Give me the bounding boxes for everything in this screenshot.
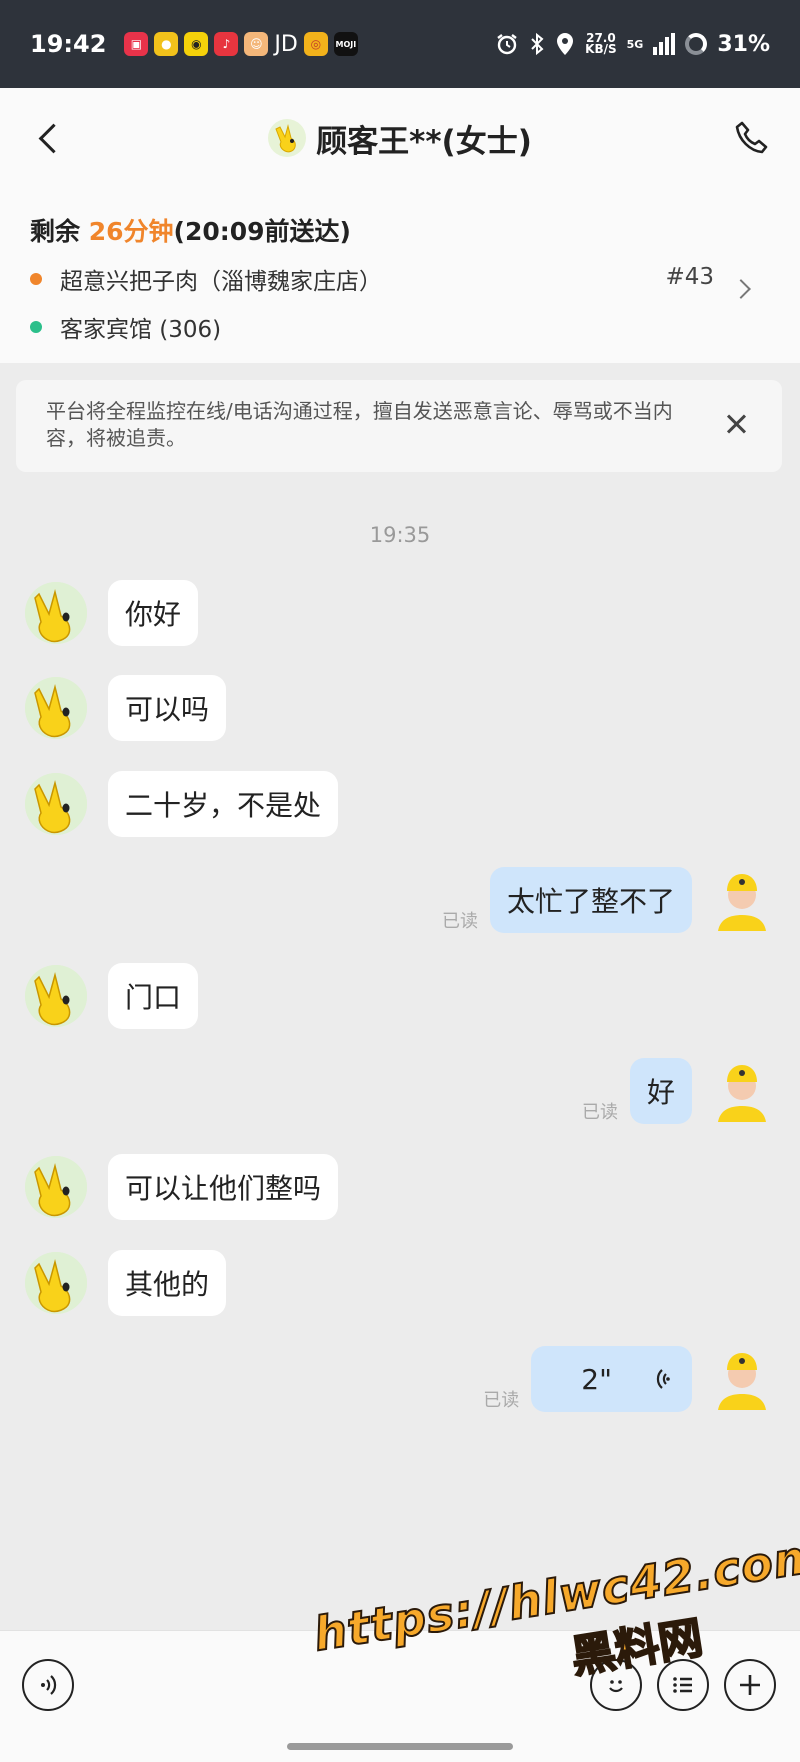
remain-deadline: (20:09前送达) [173, 217, 351, 246]
customer-avatar[interactable] [25, 582, 87, 644]
shop-name: 超意兴把子肉（淄博魏家庄店） [60, 269, 382, 295]
address-row: 客家宾馆 (306) [30, 310, 770, 344]
outgoing-bubble[interactable]: 2" [531, 1346, 692, 1412]
outgoing-bubble[interactable]: 太忙了整不了 [489, 867, 692, 933]
chat-timestamp: 19:35 [369, 523, 431, 547]
read-receipt: 已读 [441, 911, 478, 932]
bluetooth-icon [531, 32, 544, 56]
incoming-bubble[interactable]: 其他的 [108, 1250, 227, 1316]
moji-icon: MOJI [333, 32, 358, 56]
net-type: 5G [626, 37, 644, 51]
app-cat-icon: ☺ [244, 32, 269, 56]
customer-avatar [268, 119, 307, 157]
voice-wave-icon [41, 1675, 57, 1695]
voice-input-button[interactable] [22, 1659, 74, 1711]
delivery-remaining: 剩余 26分钟(20:09前送达) [30, 212, 770, 248]
shop-dot [30, 273, 42, 285]
close-icon[interactable] [724, 412, 748, 436]
hand-mascot-icon [25, 773, 87, 835]
customer-avatar[interactable] [25, 1156, 87, 1218]
message-text: 可以让他们整吗 [125, 1172, 322, 1205]
home-indicator[interactable] [287, 1743, 513, 1750]
app-yellow-icon: ● [154, 32, 179, 56]
status-bar: 19:42 ▣ ● ◉ ♪ ☺ JD ◎ MOJI 27.0 KB/S 5G 31… [0, 0, 800, 88]
message-text: 太忙了整不了 [506, 885, 675, 918]
customer-avatar[interactable] [25, 677, 87, 739]
incoming-bubble[interactable]: 门口 [108, 963, 199, 1029]
read-receipt: 已读 [483, 1390, 520, 1411]
hand-mascot-icon [25, 1156, 87, 1218]
delivery-address: 客家宾馆 (306) [60, 317, 222, 343]
jd-icon: JD [274, 31, 298, 57]
message-text: 可以吗 [125, 693, 210, 726]
signal-icon [653, 33, 676, 55]
net-speed-unit: KB/S [585, 42, 617, 56]
incoming-bubble[interactable]: 你好 [108, 580, 199, 646]
incoming-bubble[interactable]: 二十岁，不是处 [108, 771, 339, 837]
phone-icon [735, 121, 768, 154]
page-title: 顾客王**(女士) [316, 123, 532, 160]
order-info-panel[interactable]: 剩余 26分钟(20:09前送达) 超意兴把子肉（淄博魏家庄店） 客家宾馆 (3… [0, 188, 800, 363]
app-red-icon: ▣ [124, 32, 149, 56]
courier-avatar-icon [718, 1065, 766, 1122]
battery-level: 31% [717, 31, 770, 57]
alarm-icon [497, 34, 517, 55]
app-car-icon: ◉ [184, 32, 209, 56]
music-icon: ♪ [214, 32, 239, 56]
message-text: 你好 [125, 598, 182, 631]
platform-notice: 平台将全程监控在线/电话沟通过程，擅自发送恶意言论、辱骂或不当内容，将被追责。 [16, 380, 782, 472]
voice-wave-icon [656, 1369, 670, 1389]
net-speed: 27.0 KB/S [585, 32, 617, 56]
message-text: 好 [646, 1076, 675, 1109]
incoming-bubble[interactable]: 可以吗 [108, 675, 227, 741]
list-icon [673, 1677, 692, 1693]
status-indicators: 27.0 KB/S 5G 31% [495, 31, 770, 57]
status-time: 19:42 [30, 30, 107, 58]
status-app-icons: ▣ ● ◉ ♪ ☺ JD ◎ MOJI [124, 31, 358, 57]
message-text: 门口 [125, 981, 182, 1014]
shop-row: 超意兴把子肉（淄博魏家庄店） [30, 262, 770, 296]
courier-avatar-icon [718, 874, 766, 931]
back-button[interactable] [28, 114, 68, 162]
weibo-icon: ◎ [303, 32, 328, 56]
hand-mascot-icon [25, 677, 87, 739]
message-text: 二十岁，不是处 [125, 789, 322, 822]
outgoing-bubble[interactable]: 好 [629, 1058, 692, 1124]
hand-mascot-icon [25, 1252, 87, 1314]
incoming-bubble[interactable]: 可以让他们整吗 [108, 1154, 339, 1220]
customer-avatar[interactable] [25, 773, 87, 835]
courier-avatar-icon [718, 1353, 766, 1410]
header-title-group: 顾客王**(女士) [268, 116, 532, 161]
plus-icon [740, 1675, 760, 1695]
courier-avatar[interactable] [714, 1348, 770, 1410]
remain-prefix: 剩余 [30, 217, 89, 246]
hand-mascot-icon [275, 124, 296, 153]
notice-text: 平台将全程监控在线/电话沟通过程，擅自发送恶意言论、辱骂或不当内容，将被追责。 [46, 399, 673, 450]
address-dot [30, 321, 42, 333]
remain-minutes: 26分钟 [88, 217, 174, 246]
read-receipt: 已读 [581, 1102, 618, 1123]
courier-avatar[interactable] [714, 869, 770, 931]
message-text: 2" [581, 1362, 612, 1396]
customer-avatar[interactable] [25, 1252, 87, 1314]
customer-avatar[interactable] [25, 965, 87, 1027]
courier-avatar[interactable] [714, 1060, 770, 1122]
location-icon [557, 33, 574, 55]
call-button[interactable] [732, 118, 772, 158]
message-text: 其他的 [125, 1268, 210, 1301]
more-button[interactable] [724, 1659, 776, 1711]
hand-mascot-icon [25, 965, 87, 1027]
chat-header: 顾客王**(女士) [0, 88, 800, 188]
battery-icon [685, 33, 708, 55]
order-number: #43 [665, 264, 714, 290]
hand-mascot-icon [25, 582, 87, 644]
